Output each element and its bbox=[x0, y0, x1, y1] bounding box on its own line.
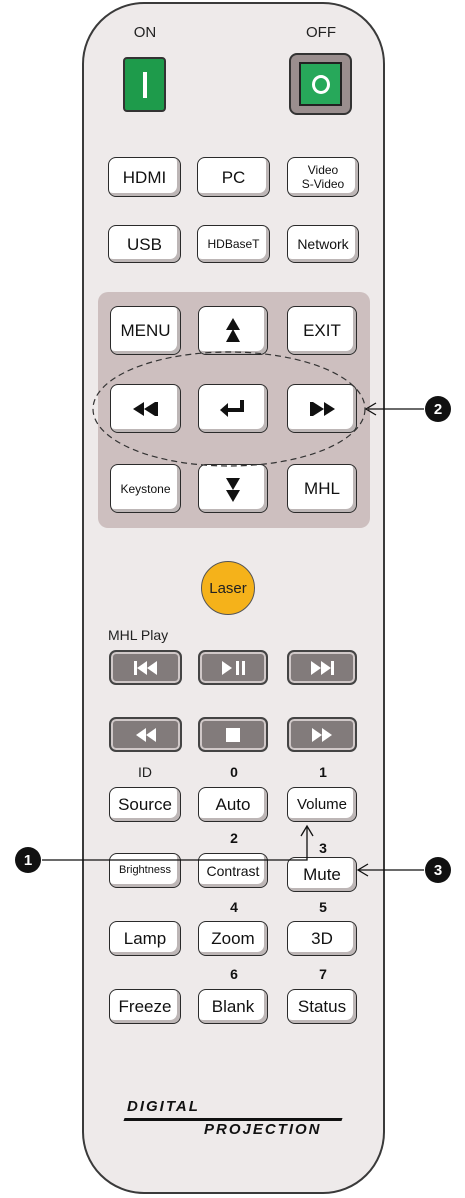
callout-1: 1 bbox=[15, 847, 41, 873]
callout-lines bbox=[42, 351, 424, 877]
callout-2: 2 bbox=[425, 396, 451, 422]
callout-3: 3 bbox=[425, 857, 451, 883]
